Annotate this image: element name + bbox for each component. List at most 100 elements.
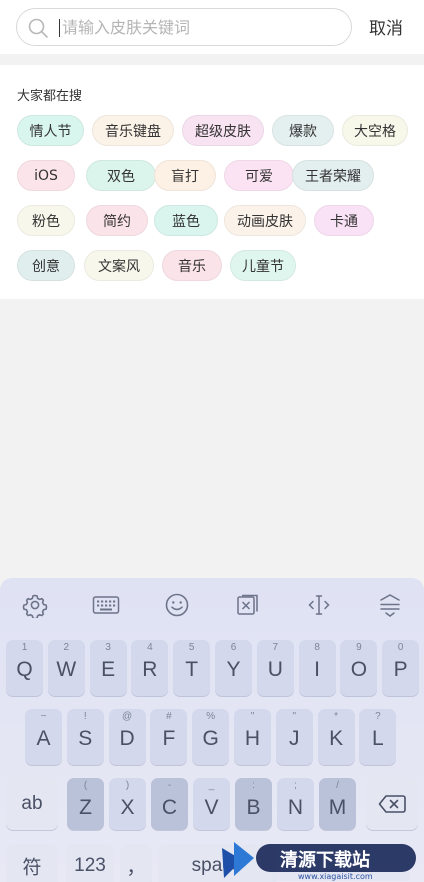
key-q[interactable]: 1Q bbox=[6, 640, 43, 696]
key-letter: R bbox=[142, 658, 158, 681]
key-hint: 4 bbox=[147, 642, 153, 653]
key-h[interactable]: " H bbox=[234, 709, 271, 765]
key-w[interactable]: 2W bbox=[47, 640, 85, 696]
key-o[interactable]: 9O bbox=[340, 640, 378, 696]
key-letter: S bbox=[78, 727, 93, 750]
key-letter: K bbox=[329, 727, 344, 750]
key-n[interactable]: ; N bbox=[277, 778, 314, 830]
hot-tag[interactable]: 大空格 bbox=[342, 115, 408, 146]
hot-tag[interactable]: 简约 bbox=[86, 205, 148, 236]
key-k[interactable]: * K bbox=[317, 709, 355, 765]
key-letter: W bbox=[56, 658, 77, 681]
key-y[interactable]: 6Y bbox=[215, 640, 252, 696]
key-letter: Y bbox=[226, 658, 241, 681]
key-e[interactable]: 3E bbox=[89, 640, 127, 696]
key-hint: # bbox=[166, 711, 172, 722]
key-letter: A bbox=[36, 727, 51, 750]
gear-icon[interactable] bbox=[20, 590, 50, 620]
hot-tag[interactable]: 可爱 bbox=[224, 160, 294, 191]
key-letter: D bbox=[119, 727, 135, 750]
hot-tag[interactable]: 王者荣耀 bbox=[292, 160, 374, 191]
key-letter: J bbox=[289, 727, 300, 750]
hot-tag[interactable]: 卡通 bbox=[314, 205, 374, 236]
hot-tag[interactable]: 超级皮肤 bbox=[182, 115, 264, 146]
key-p[interactable]: 0P bbox=[382, 640, 420, 696]
key-letter: P bbox=[393, 658, 408, 681]
hot-tag[interactable]: 音乐键盘 bbox=[92, 115, 174, 146]
hot-tag[interactable]: 爆款 bbox=[272, 115, 334, 146]
hot-tag[interactable]: iOS bbox=[17, 160, 75, 191]
hot-tag[interactable]: 创意 bbox=[17, 250, 75, 281]
key-hint: ! bbox=[83, 711, 87, 722]
key-m[interactable]: / M bbox=[319, 778, 356, 830]
hot-tag[interactable]: 音乐 bbox=[162, 250, 222, 281]
key-hint: 6 bbox=[230, 642, 237, 653]
key-hint: 5 bbox=[188, 642, 195, 653]
keyboard-toolbar bbox=[0, 578, 424, 630]
hot-tag[interactable]: 盲打 bbox=[154, 160, 216, 191]
key-letter: X bbox=[120, 796, 135, 819]
key-hint: ; bbox=[294, 780, 297, 791]
hot-tag[interactable]: 文案风 bbox=[84, 250, 154, 281]
symbol-key[interactable]: 符 bbox=[6, 844, 58, 882]
symbol-key-label: 符 bbox=[22, 857, 42, 879]
key-i[interactable]: 8I bbox=[298, 640, 336, 696]
key-hint: " bbox=[250, 711, 255, 722]
key-letter: V bbox=[204, 796, 219, 819]
key-d[interactable]: @ D bbox=[108, 709, 146, 765]
key-hint: ) bbox=[125, 780, 130, 791]
key-u[interactable]: 7U bbox=[256, 640, 294, 696]
watermark-text: 清源下载站 bbox=[280, 850, 370, 871]
key-hint: 0 bbox=[397, 642, 404, 653]
hot-tag[interactable]: 动画皮肤 bbox=[224, 205, 306, 236]
key-hint: ~ bbox=[40, 711, 47, 722]
key-hint: _ bbox=[208, 780, 215, 791]
key-hint: : bbox=[252, 780, 255, 791]
hide-keyboard-icon[interactable] bbox=[375, 590, 405, 620]
hot-tag[interactable]: 情人节 bbox=[17, 115, 84, 146]
key-v[interactable]: _ V bbox=[193, 778, 230, 830]
hot-searches-panel: 大家都在搜 情人节 音乐键盘 超级皮肤 爆款 大空格 iOS 双色 盲打 可爱 王者荣耀 粉色 简约蓝… bbox=[0, 65, 424, 299]
backspace-icon bbox=[378, 795, 406, 813]
key-l[interactable]: ? L bbox=[359, 709, 397, 765]
key-hint: / bbox=[336, 780, 339, 791]
key-hint: 9 bbox=[356, 642, 362, 653]
hot-tag[interactable]: 粉色 bbox=[17, 205, 75, 236]
key-c[interactable]: -C bbox=[151, 778, 188, 830]
key-t[interactable]: 5T bbox=[173, 640, 211, 696]
hot-tag[interactable]: 双色 bbox=[86, 160, 156, 191]
clipboard-icon[interactable] bbox=[233, 590, 263, 620]
key-letter: Z bbox=[79, 796, 92, 819]
shift-key[interactable]: ab bbox=[6, 778, 58, 830]
key-j[interactable]: " J bbox=[275, 709, 313, 765]
cursor-move-icon[interactable] bbox=[304, 590, 334, 620]
hot-tag[interactable]: 儿童节 bbox=[230, 250, 296, 281]
key-hint: * bbox=[334, 711, 339, 722]
key-hint: - bbox=[167, 780, 172, 791]
key-b[interactable]: :B bbox=[235, 778, 272, 830]
key-letter: C bbox=[161, 796, 178, 819]
key-letter: F bbox=[162, 727, 176, 750]
key-s[interactable]: ! S bbox=[66, 709, 104, 765]
keyboard-icon[interactable] bbox=[91, 590, 121, 620]
search-icon bbox=[28, 18, 48, 38]
key-g[interactable]: % G bbox=[192, 709, 230, 765]
key-letter: B bbox=[246, 796, 261, 819]
cancel-button[interactable]: 取消 bbox=[360, 14, 412, 39]
key-f[interactable]: # F bbox=[150, 709, 188, 765]
key-a[interactable]: ~ A bbox=[25, 709, 62, 765]
search-input[interactable] bbox=[62, 11, 342, 43]
key-hint: % bbox=[206, 711, 216, 722]
key-z[interactable]: (Z bbox=[67, 778, 104, 830]
key-r[interactable]: 4R bbox=[131, 640, 169, 696]
hot-tag[interactable]: 蓝色 bbox=[154, 205, 218, 236]
emoji-icon[interactable] bbox=[162, 590, 192, 620]
number-key[interactable]: 123 bbox=[66, 844, 114, 882]
comma-key[interactable]: ， bbox=[120, 844, 152, 882]
key-hint: 7 bbox=[272, 642, 279, 653]
key-letter: M bbox=[328, 796, 347, 819]
backspace-key[interactable] bbox=[366, 778, 418, 830]
search-box[interactable] bbox=[16, 8, 352, 46]
number-key-label: 123 bbox=[74, 855, 106, 876]
key-x[interactable]: ) X bbox=[109, 778, 146, 830]
